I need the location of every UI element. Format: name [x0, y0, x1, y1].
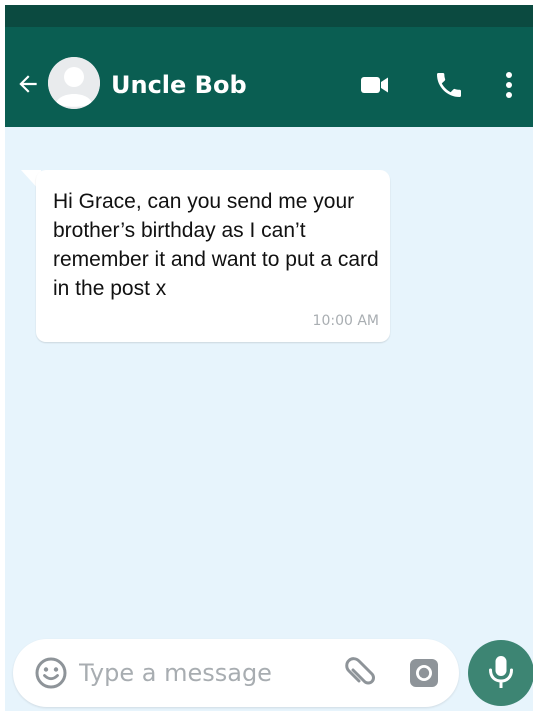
- status-bar: [5, 5, 533, 27]
- microphone-icon: [489, 656, 513, 688]
- video-camera-icon[interactable]: [359, 69, 391, 101]
- message-input[interactable]: [79, 653, 329, 693]
- message-text: Hi Grace, can you send me your brother’s…: [53, 190, 379, 300]
- message-composer: [13, 639, 459, 707]
- microphone-button[interactable]: [468, 640, 533, 706]
- default-avatar-icon: [48, 57, 100, 109]
- incoming-message-bubble[interactable]: Hi Grace, can you send me your brother’s…: [36, 170, 390, 342]
- message-timestamp: 10:00 AM: [312, 313, 379, 329]
- phone-icon[interactable]: [433, 69, 465, 101]
- avatar[interactable]: [48, 57, 100, 109]
- paperclip-icon[interactable]: [343, 655, 379, 691]
- app-bar: Uncle Bob: [5, 27, 533, 127]
- arrow-left-icon[interactable]: [15, 71, 41, 97]
- chat-screen: Uncle Bob Hi Grace, can you send me your…: [5, 5, 533, 711]
- contact-name[interactable]: Uncle Bob: [111, 71, 247, 99]
- emoji-icon[interactable]: [34, 656, 68, 690]
- more-vertical-icon[interactable]: [501, 69, 517, 101]
- camera-icon[interactable]: [407, 656, 441, 690]
